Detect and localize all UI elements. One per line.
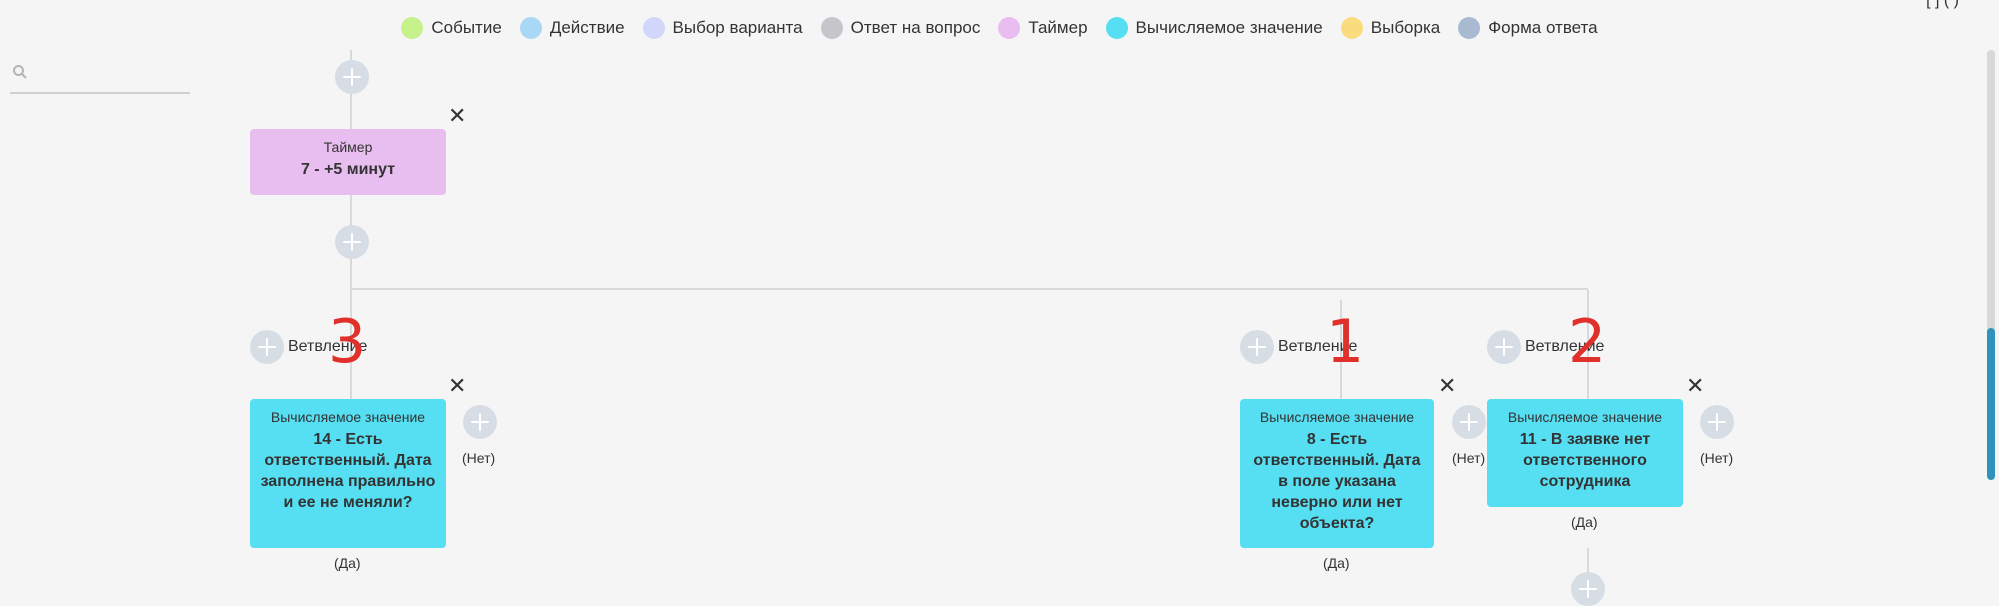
legend-label: Выбор варианта [672,18,803,37]
legend-label: Форма ответа [1488,18,1598,37]
legend-label: Ответ на вопрос [850,18,981,37]
scrollbar[interactable] [1987,50,1995,480]
add-step-button[interactable] [1571,572,1605,606]
window-controls[interactable]: [ ] ( ) [1926,0,1959,10]
close-icon[interactable]: ✕ [1686,376,1704,398]
legend-item-timer: Таймер [998,17,1088,39]
scrollbar-thumb[interactable] [1987,328,1995,480]
search-box [10,60,190,94]
legend-item-action: Действие [519,17,625,39]
add-step-button[interactable] [335,60,369,94]
node-type: Таймер [323,139,373,155]
calc-node-14[interactable]: Вычисляемое значение 14 - Есть ответстве… [250,399,446,548]
legend: Событие Действие Выбор варианта Ответ на… [0,17,1999,39]
legend-item-event: Событие [401,17,502,39]
legend-label: Действие [549,18,625,37]
calc-node-8[interactable]: Вычисляемое значение 8 - Есть ответствен… [1240,399,1434,548]
node-title: 8 - Есть ответственный. Дата в поле указ… [1253,431,1421,532]
calc-node-11[interactable]: Вычисляемое значение 11 - В заявке нет о… [1487,399,1683,507]
legend-label: Таймер [1028,18,1088,37]
legend-label: Выборка [1370,18,1441,37]
legend-dot-action [519,17,542,39]
add-branch-button[interactable] [1240,330,1274,364]
legend-item-calc: Вычисляемое значение [1105,17,1323,39]
node-title: 11 - В заявке нет ответственного сотрудн… [1519,431,1651,490]
no-label: (Нет) [1452,450,1486,466]
yes-label: (Да) [1323,555,1350,571]
node-type: Вычисляемое значение [270,409,426,425]
node-title: 14 - Есть ответственный. Дата заполнена … [260,431,436,511]
close-icon[interactable]: ✕ [448,106,466,128]
close-icon[interactable]: ✕ [448,376,466,398]
no-label: (Нет) [462,450,496,466]
legend-dot-choice [642,17,665,39]
legend-label: Вычисляемое значение [1135,18,1323,37]
legend-dot-answer [820,17,843,39]
legend-dot-selection [1340,17,1363,39]
legend-dot-calc [1105,17,1128,39]
legend-dot-event [401,17,424,39]
legend-label: Событие [431,18,502,37]
node-type: Вычисляемое значение [1507,409,1663,425]
annotation-3: 3 [328,307,367,377]
legend-dot-answer-form [1458,17,1481,39]
node-title: 7 - +5 минут [300,161,396,178]
search-input[interactable] [36,60,190,90]
add-no-branch-button[interactable] [463,405,497,439]
timer-node[interactable]: Таймер 7 - +5 минут [250,129,446,195]
connector-line [350,288,1588,290]
yes-label: (Да) [334,555,361,571]
annotation-2: 2 [1568,307,1607,377]
search-icon [13,65,27,79]
legend-item-choice: Выбор варианта [642,17,803,39]
legend-item-selection: Выборка [1340,17,1441,39]
add-no-branch-button[interactable] [1700,405,1734,439]
no-label: (Нет) [1700,450,1734,466]
legend-item-answer: Ответ на вопрос [820,17,981,39]
node-type: Вычисляемое значение [1259,409,1415,425]
yes-label: (Да) [1571,514,1598,530]
legend-item-answer-form: Форма ответа [1458,17,1598,39]
legend-dot-timer [998,17,1021,39]
add-branch-button[interactable] [250,330,284,364]
annotation-1: 1 [1326,307,1365,377]
add-step-button[interactable] [335,225,369,259]
add-no-branch-button[interactable] [1452,405,1486,439]
add-branch-button[interactable] [1487,330,1521,364]
close-icon[interactable]: ✕ [1438,376,1456,398]
